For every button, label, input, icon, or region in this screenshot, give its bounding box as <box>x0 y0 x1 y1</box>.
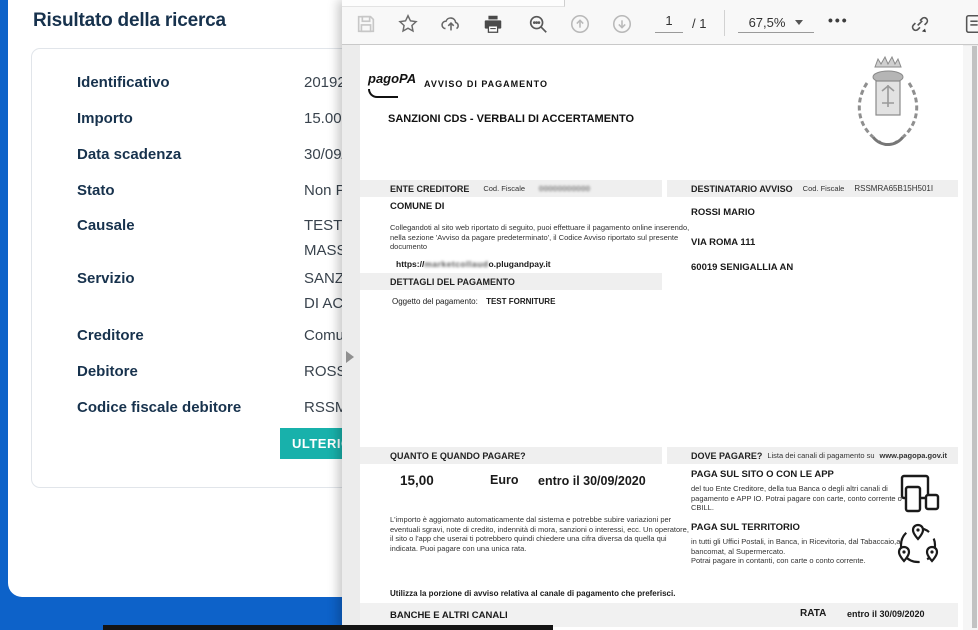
ente-description: Collegandoti al sito web riportato di se… <box>390 223 702 252</box>
chevron-down-icon <box>795 20 803 25</box>
dove-pagare-bar: DOVE PAGARE? Lista dei canali di pagamen… <box>667 447 958 464</box>
more-options-button[interactable]: ••• <box>828 12 849 28</box>
ente-creditore-bar: ENTE CREDITORE Cod. Fiscale 00000000000 <box>360 180 662 197</box>
notice-type-label: AVVISO DI PAGAMENTO <box>424 79 548 89</box>
field-label-data-scadenza: Data scadenza <box>77 146 181 163</box>
dettagli-pagamento-bar: DETTAGLI DEL PAGAMENTO <box>360 273 662 290</box>
field-label-creditore: Creditore <box>77 327 144 344</box>
ente-cf-value: 00000000000 <box>539 184 590 193</box>
oggetto-label: Oggetto del pagamento: <box>392 297 478 306</box>
scrollbar-thumb[interactable] <box>972 46 977 628</box>
dove-pagare-site: www.pagopa.gov.it <box>880 451 948 460</box>
cloud-upload-icon[interactable] <box>439 12 463 36</box>
save-icon[interactable] <box>354 12 378 36</box>
amount-due-date: entro il 30/09/2020 <box>538 474 646 488</box>
destinatario-address2: 60019 SENIGALLIA AN <box>691 262 793 273</box>
amount-value: 15,00 <box>400 473 434 488</box>
oggetto-value: TEST FORNITURE <box>486 297 555 306</box>
destinatario-cf-label: Cod. Fiscale <box>803 184 845 193</box>
dove-pagare-label: DOVE PAGARE? <box>691 451 762 461</box>
quanto-quando-label: QUANTO E QUANDO PAGARE? <box>390 451 526 461</box>
paga-sito-text: del tuo Ente Creditore, della tua Banca … <box>691 484 913 513</box>
toolbar-divider <box>724 10 725 36</box>
print-icon[interactable] <box>481 12 505 36</box>
destinatario-address1: VIA ROMA 111 <box>691 237 755 248</box>
zoom-dropdown[interactable]: 67,5% <box>738 13 814 33</box>
payment-url-redacted: marketcollaud <box>424 259 488 269</box>
territory-pins-icon <box>894 521 942 572</box>
use-portion-line: Utilizza la porzione di avviso relativa … <box>390 589 675 598</box>
zoom-level: 67,5% <box>749 15 786 30</box>
payment-url-suffix: o.plugandpay.it <box>488 259 550 269</box>
pdf-viewer: 1 / 1 67,5% ••• <box>342 0 978 630</box>
field-label-identificativo: Identificativo <box>77 74 170 91</box>
link-icon[interactable] <box>908 12 932 36</box>
payment-url-prefix: https:// <box>396 259 424 269</box>
ente-cf-label: Cod. Fiscale <box>483 184 525 193</box>
pdf-sidebar-gutter <box>342 46 360 630</box>
payment-url: https://marketcollaudo.plugandpay.it <box>396 259 551 269</box>
paga-sito-title: PAGA SUL SITO O CON LE APP <box>691 469 834 480</box>
paga-territorio-title: PAGA SUL TERRITORIO <box>691 522 800 533</box>
banche-canali-label: BANCHE E ALTRI CANALI <box>390 610 508 621</box>
dettagli-pagamento-label: DETTAGLI DEL PAGAMENTO <box>390 277 515 287</box>
bottom-window-edge <box>103 625 553 630</box>
field-label-servizio: Servizio <box>77 270 135 287</box>
pdf-page: pagoPA AVVISO DI PAGAMENTO SANZIONI CDS … <box>360 45 963 630</box>
field-label-debitore: Debitore <box>77 363 138 380</box>
clipped-doc-icon[interactable] <box>962 12 978 36</box>
scrollbar-track[interactable] <box>963 46 978 630</box>
destinatario-cf-value: RSSMRA65B15H501I <box>854 184 933 193</box>
page-total: / 1 <box>692 16 706 31</box>
star-icon[interactable] <box>396 12 420 36</box>
devices-icon <box>896 473 942 520</box>
destinatario-bar: DESTINATARIO AVVISO Cod. Fiscale RSSMRA6… <box>667 180 958 197</box>
document-title: SANZIONI CDS - VERBALI DI ACCERTAMENTO <box>388 113 634 125</box>
toolbar-notch <box>342 0 565 7</box>
pdf-toolbar: 1 / 1 67,5% ••• <box>342 0 978 45</box>
sidebar-expand-icon[interactable] <box>346 351 354 363</box>
quanto-quando-bar: QUANTO E QUANDO PAGARE? <box>360 447 662 464</box>
amount-currency: Euro <box>490 473 518 487</box>
field-label-stato: Stato <box>77 182 115 199</box>
page-number-input[interactable]: 1 <box>655 13 683 33</box>
destinatario-label: DESTINATARIO AVVISO <box>691 184 793 194</box>
arrow-down-icon[interactable] <box>610 12 634 36</box>
rata-due-date: entro il 30/09/2020 <box>847 609 925 619</box>
banche-canali-bar: BANCHE E ALTRI CANALI RATA entro il 30/0… <box>360 603 958 627</box>
field-label-causale: Causale <box>77 217 135 234</box>
ente-creditore-label: ENTE CREDITORE <box>390 184 469 194</box>
page-title: Risultato della ricerca <box>33 10 226 32</box>
search-icon[interactable] <box>526 12 550 36</box>
oggetto-row: Oggetto del pagamento: TEST FORNITURE <box>392 297 555 306</box>
ente-name: COMUNE DI <box>390 201 444 212</box>
field-label-codice-fiscale-debitore: Codice fiscale debitore <box>77 399 241 416</box>
amount-note: L'importo è aggiornato automaticamente d… <box>390 515 690 553</box>
destinatario-name: ROSSI MARIO <box>691 207 755 218</box>
screen: Risultato della ricerca Identificativo 2… <box>0 0 978 630</box>
pagopa-logo: pagoPA <box>368 71 416 86</box>
rata-label: RATA <box>800 608 826 619</box>
arrow-up-icon[interactable] <box>568 12 592 36</box>
dove-pagare-text: Lista dei canali di pagamento su <box>767 451 874 460</box>
field-label-importo: Importo <box>77 110 133 127</box>
pagopa-logo-swoosh <box>368 89 398 98</box>
municipality-crest-icon <box>847 53 929 160</box>
